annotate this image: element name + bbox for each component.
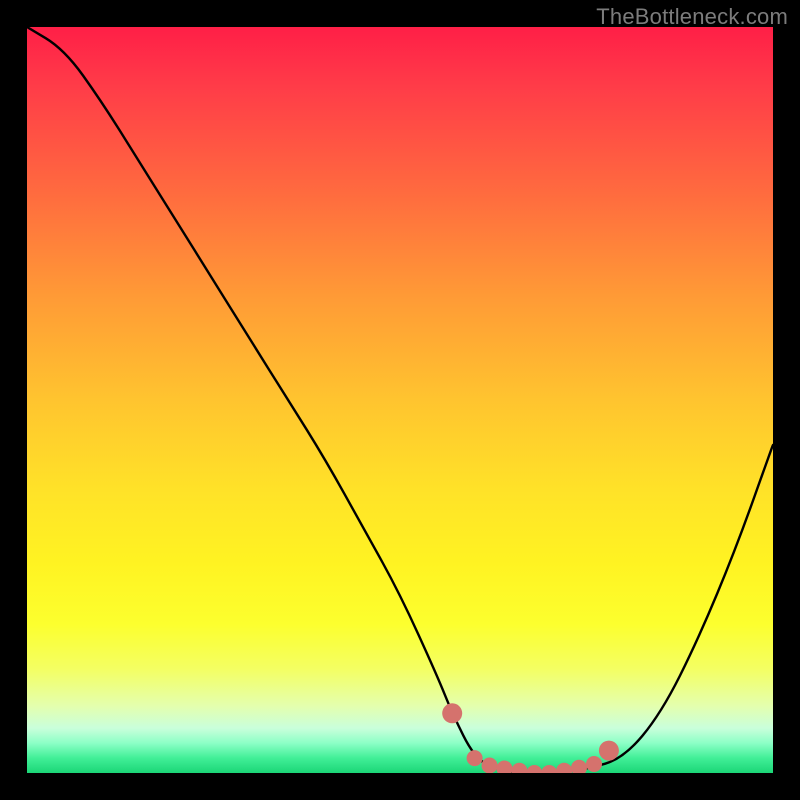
bottleneck-heat-gradient — [27, 27, 773, 773]
chart-frame: TheBottleneck.com — [0, 0, 800, 800]
plot-area — [27, 27, 773, 773]
